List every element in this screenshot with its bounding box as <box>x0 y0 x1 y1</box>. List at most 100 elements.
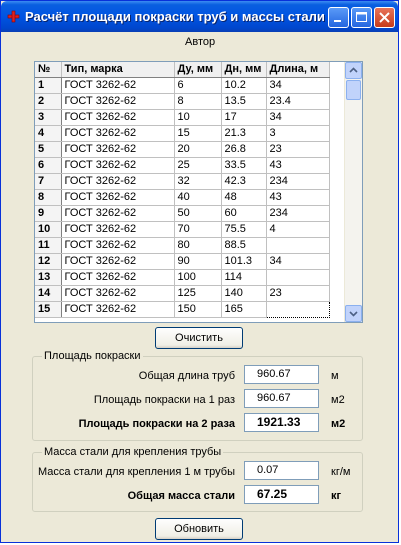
cell-type[interactable]: ГОСТ 3262-62 <box>61 221 175 238</box>
cell-du[interactable]: 50 <box>174 205 222 222</box>
cell-dn[interactable]: 60 <box>221 205 267 222</box>
cell-type[interactable]: ГОСТ 3262-62 <box>61 157 175 174</box>
cell-dn[interactable]: 101.3 <box>221 253 267 270</box>
cell-number[interactable]: 11 <box>35 237 62 254</box>
table-row[interactable]: 10 ГОСТ 3262-62 70 75.5 4 <box>35 221 330 238</box>
cell-du[interactable]: 20 <box>174 141 222 158</box>
cell-type[interactable]: ГОСТ 3262-62 <box>61 77 175 94</box>
column-header-number[interactable]: № <box>35 62 62 78</box>
cell-length[interactable]: 234 <box>266 173 330 190</box>
cell-length[interactable]: 34 <box>266 109 330 126</box>
total-length-field[interactable]: 960.67 <box>244 365 319 384</box>
cell-type[interactable]: ГОСТ 3262-62 <box>61 125 175 142</box>
cell-length[interactable]: 23.4 <box>266 93 330 110</box>
cell-number[interactable]: 2 <box>35 93 62 110</box>
cell-type[interactable]: ГОСТ 3262-62 <box>61 93 175 110</box>
cell-dn[interactable]: 88.5 <box>221 237 267 254</box>
cell-type[interactable]: ГОСТ 3262-62 <box>61 237 175 254</box>
cell-type[interactable]: ГОСТ 3262-62 <box>61 253 175 270</box>
cell-dn[interactable]: 21.3 <box>221 125 267 142</box>
column-header-length[interactable]: Длина, м <box>266 62 330 78</box>
cell-dn[interactable]: 114 <box>221 269 267 286</box>
cell-du[interactable]: 100 <box>174 269 222 286</box>
cell-du[interactable]: 125 <box>174 285 222 302</box>
cell-number[interactable]: 12 <box>35 253 62 270</box>
cell-du[interactable]: 40 <box>174 189 222 206</box>
table-row[interactable]: 14 ГОСТ 3262-62 125 140 23 <box>35 285 330 302</box>
cell-du[interactable]: 8 <box>174 93 222 110</box>
minimize-button[interactable] <box>328 7 349 28</box>
area-2-field[interactable]: 1921.33 <box>244 413 319 432</box>
cell-length[interactable]: 3 <box>266 125 330 142</box>
cell-dn[interactable]: 26.8 <box>221 141 267 158</box>
table-row[interactable]: 3 ГОСТ 3262-62 10 17 34 <box>35 109 330 126</box>
cell-type[interactable]: ГОСТ 3262-62 <box>61 109 175 126</box>
cell-du[interactable]: 32 <box>174 173 222 190</box>
pipes-grid[interactable]: № Тип, марка Ду, мм Дн, мм Длина, м 1 ГОС… <box>34 61 363 323</box>
cell-du[interactable]: 90 <box>174 253 222 270</box>
cell-type[interactable]: ГОСТ 3262-62 <box>61 205 175 222</box>
table-row[interactable]: 13 ГОСТ 3262-62 100 114 <box>35 269 330 286</box>
column-header-type[interactable]: Тип, марка <box>61 62 175 78</box>
total-mass-field[interactable]: 67.25 <box>244 485 319 504</box>
cell-du[interactable]: 6 <box>174 77 222 94</box>
cell-number[interactable]: 15 <box>35 301 62 318</box>
cell-type[interactable]: ГОСТ 3262-62 <box>61 285 175 302</box>
table-row[interactable]: 12 ГОСТ 3262-62 90 101.3 34 <box>35 253 330 270</box>
table-row[interactable]: 7 ГОСТ 3262-62 32 42.3 234 <box>35 173 330 190</box>
cell-dn[interactable]: 33.5 <box>221 157 267 174</box>
menu-item-author[interactable]: Автор <box>185 36 215 48</box>
table-row[interactable]: 1 ГОСТ 3262-62 6 10.2 34 <box>35 77 330 94</box>
table-row[interactable]: 15 ГОСТ 3262-62 150 165 <box>35 301 330 318</box>
table-row[interactable]: 4 ГОСТ 3262-62 15 21.3 3 <box>35 125 330 142</box>
cell-number[interactable]: 8 <box>35 189 62 206</box>
cell-du[interactable]: 15 <box>174 125 222 142</box>
cell-length[interactable]: 23 <box>266 285 330 302</box>
table-row[interactable]: 6 ГОСТ 3262-62 25 33.5 43 <box>35 157 330 174</box>
cell-length[interactable]: 4 <box>266 221 330 238</box>
cell-number[interactable]: 3 <box>35 109 62 126</box>
cell-length[interactable] <box>266 269 330 286</box>
grid-scrollbar[interactable] <box>344 62 362 322</box>
cell-length[interactable]: 234 <box>266 205 330 222</box>
cell-length[interactable] <box>265 301 330 318</box>
cell-type[interactable]: ГОСТ 3262-62 <box>61 141 175 158</box>
table-row[interactable]: 11 ГОСТ 3262-62 80 88.5 <box>35 237 330 254</box>
scroll-thumb[interactable] <box>346 80 361 100</box>
cell-du[interactable]: 80 <box>174 237 222 254</box>
cell-number[interactable]: 10 <box>35 221 62 238</box>
scroll-down-button[interactable] <box>345 305 362 322</box>
table-row[interactable]: 2 ГОСТ 3262-62 8 13.5 23.4 <box>35 93 330 110</box>
cell-length[interactable] <box>266 237 330 254</box>
cell-type[interactable]: ГОСТ 3262-62 <box>61 189 175 206</box>
column-header-du[interactable]: Ду, мм <box>174 62 222 78</box>
cell-dn[interactable]: 13.5 <box>221 93 267 110</box>
cell-length[interactable]: 34 <box>266 77 330 94</box>
cell-dn[interactable]: 17 <box>221 109 267 126</box>
cell-number[interactable]: 14 <box>35 285 62 302</box>
cell-dn[interactable]: 10.2 <box>221 77 267 94</box>
cell-number[interactable]: 13 <box>35 269 62 286</box>
cell-number[interactable]: 4 <box>35 125 62 142</box>
close-button[interactable] <box>374 7 395 28</box>
cell-du[interactable]: 150 <box>174 301 222 318</box>
cell-dn[interactable]: 165 <box>221 301 267 318</box>
cell-number[interactable]: 5 <box>35 141 62 158</box>
cell-type[interactable]: ГОСТ 3262-62 <box>61 269 175 286</box>
cell-dn[interactable]: 48 <box>221 189 267 206</box>
table-row[interactable]: 5 ГОСТ 3262-62 20 26.8 23 <box>35 141 330 158</box>
update-button[interactable]: Обновить <box>155 518 243 540</box>
cell-length[interactable]: 43 <box>266 157 330 174</box>
cell-number[interactable]: 1 <box>35 77 62 94</box>
cell-number[interactable]: 9 <box>35 205 62 222</box>
table-row[interactable]: 9 ГОСТ 3262-62 50 60 234 <box>35 205 330 222</box>
table-row[interactable]: 8 ГОСТ 3262-62 40 48 43 <box>35 189 330 206</box>
cell-number[interactable]: 7 <box>35 173 62 190</box>
cell-length[interactable]: 43 <box>266 189 330 206</box>
cell-length[interactable]: 23 <box>266 141 330 158</box>
cell-number[interactable]: 6 <box>35 157 62 174</box>
cell-du[interactable]: 25 <box>174 157 222 174</box>
cell-du[interactable]: 70 <box>174 221 222 238</box>
scroll-up-button[interactable] <box>345 62 362 79</box>
title-bar[interactable]: Расчёт площади покраски труб и массы ста… <box>1 1 398 32</box>
